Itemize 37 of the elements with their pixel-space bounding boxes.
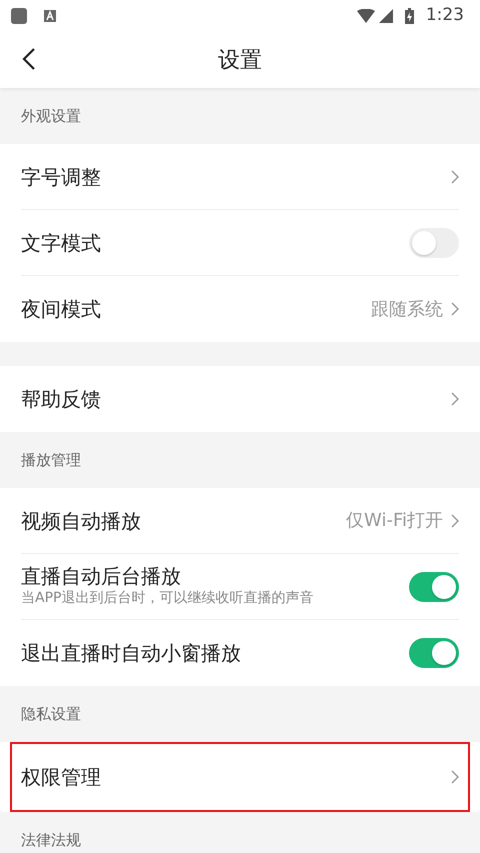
wifi-icon: [356, 9, 375, 23]
page-title: 设置: [218, 46, 262, 74]
keyboard-icon: [44, 10, 56, 22]
signal-icon: [378, 9, 393, 23]
row-label: 视频自动播放: [21, 508, 142, 532]
chevron-icon: [451, 770, 459, 784]
settings-row[interactable]: 夜间模式 跟随系统: [21, 276, 459, 342]
section-title: 播放管理: [21, 450, 81, 471]
row-label: 文字模式: [21, 230, 102, 254]
section-title: 法律法规: [21, 830, 81, 851]
settings-row[interactable]: 直播自动后台播放 当APP退出到后台时，可以继续收听直播的声音: [21, 554, 459, 620]
toggle-switch[interactable]: [409, 228, 459, 258]
row-label: 字号调整: [21, 164, 102, 188]
toggle-switch[interactable]: [409, 638, 459, 668]
clock-time: 1:23: [426, 4, 464, 28]
row-label: 退出直播时自动小窗播放: [21, 641, 242, 665]
section-title: 外观设置: [21, 106, 81, 127]
back-icon: [22, 46, 36, 71]
row-label: 夜间模式: [21, 297, 102, 321]
row-label: 权限管理: [21, 765, 102, 789]
toggle-switch[interactable]: [409, 572, 459, 602]
row-description: 当APP退出到后台时，可以继续收听直播的声音: [21, 589, 314, 608]
settings-row[interactable]: 视频自动播放 仅Wi-Fi打开: [21, 488, 459, 554]
settings-row[interactable]: 字号调整: [21, 144, 459, 210]
app-icon: [10, 7, 28, 25]
chevron-icon: [451, 514, 459, 528]
row-value: 仅Wi-Fi打开: [346, 509, 443, 533]
row-value: 跟随系统: [371, 298, 443, 322]
chevron-icon: [451, 302, 459, 316]
battery-icon: [404, 8, 414, 24]
row-label: 帮助反馈: [21, 387, 102, 411]
row-label: 直播自动后台播放: [21, 564, 182, 588]
section-title: 隐私设置: [21, 704, 81, 725]
settings-row[interactable]: 文字模式: [21, 210, 459, 276]
settings-row[interactable]: 退出直播时自动小窗播放: [21, 620, 459, 686]
chevron-icon: [451, 392, 459, 406]
chevron-icon: [451, 170, 459, 184]
